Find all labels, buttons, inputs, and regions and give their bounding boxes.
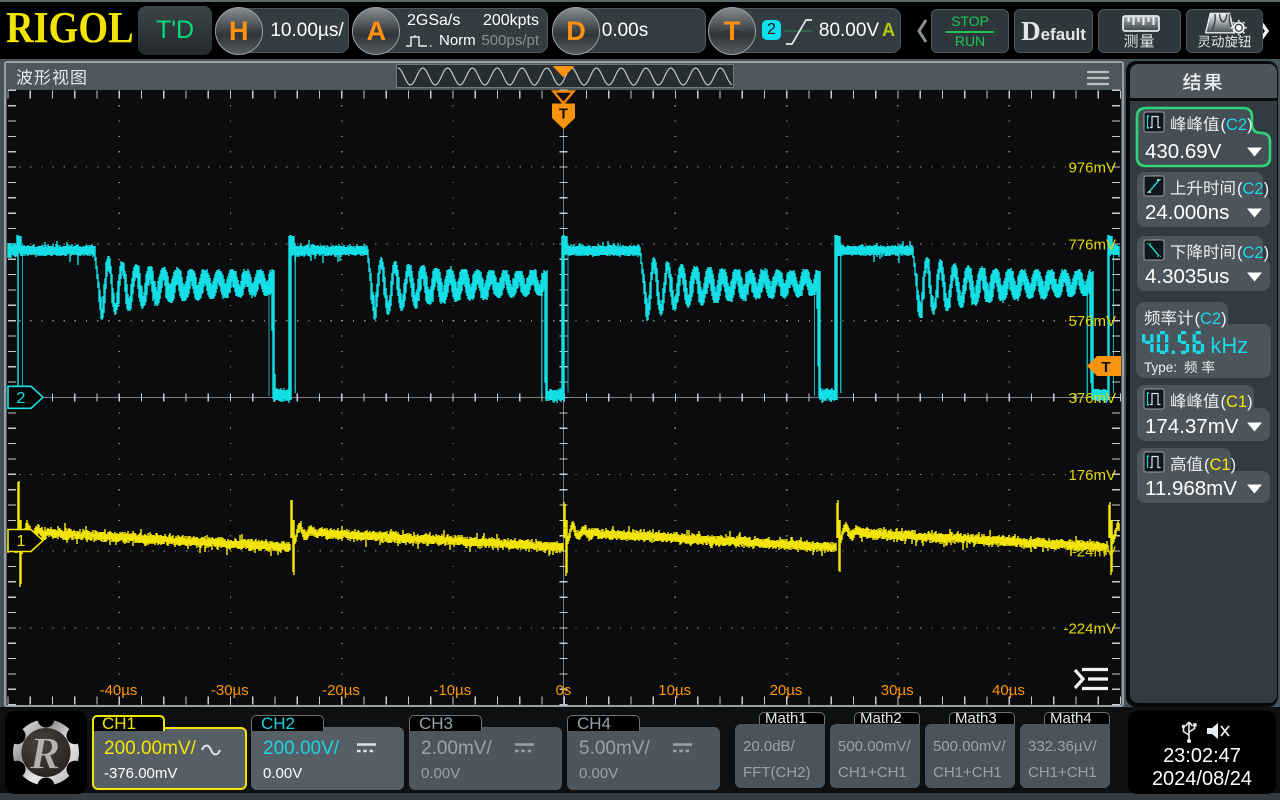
svg-text:(C2): (C2) [1237, 180, 1269, 198]
svg-text:430.69V: 430.69V [1145, 140, 1222, 163]
svg-text:R: R [29, 728, 61, 779]
svg-text:(C2): (C2) [1195, 310, 1227, 328]
svg-text:(C2): (C2) [1221, 116, 1253, 134]
svg-text:-224mV: -224mV [1063, 620, 1116, 637]
svg-text:376mV: 376mV [1068, 390, 1116, 407]
svg-text:40µs: 40µs [992, 682, 1025, 699]
svg-text:576mV: 576mV [1068, 313, 1116, 330]
svg-text:30µs: 30µs [881, 682, 914, 699]
svg-text:T: T [559, 106, 568, 123]
svg-text:11.968mV: 11.968mV [1145, 477, 1237, 500]
svg-text:776mV: 776mV [1068, 236, 1116, 253]
svg-text:Type:: Type: [1144, 360, 1177, 375]
svg-text:174.37mV: 174.37mV [1145, 415, 1239, 438]
svg-text:10µs: 10µs [658, 682, 691, 699]
svg-text:20µs: 20µs [770, 682, 803, 699]
svg-text:1: 1 [17, 533, 26, 550]
svg-text:-24mV: -24mV [1072, 544, 1116, 561]
svg-text:-30µs: -30µs [211, 682, 249, 699]
svg-text:176mV: 176mV [1068, 467, 1116, 484]
svg-text:2: 2 [17, 390, 26, 407]
svg-text:0s: 0s [556, 682, 572, 699]
svg-text:(C2): (C2) [1237, 244, 1269, 262]
svg-text:(C1): (C1) [1221, 393, 1253, 411]
svg-text:kHz: kHz [1210, 333, 1248, 358]
svg-text:-40µs: -40µs [100, 682, 138, 699]
svg-text:976mV: 976mV [1068, 160, 1116, 177]
svg-text:-10µs: -10µs [433, 682, 471, 699]
svg-text:(C1): (C1) [1204, 456, 1236, 474]
svg-text:4.3035us: 4.3035us [1145, 265, 1229, 288]
svg-text:24.000ns: 24.000ns [1145, 201, 1229, 224]
svg-text:-20µs: -20µs [322, 682, 360, 699]
svg-text:T: T [1101, 359, 1110, 376]
